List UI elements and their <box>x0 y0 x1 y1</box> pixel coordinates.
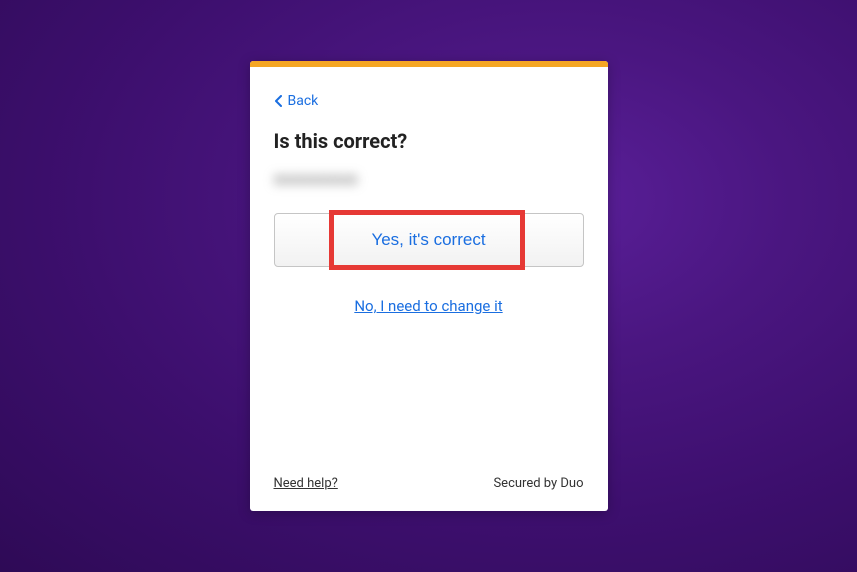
confirm-button-container: Yes, it's correct <box>274 213 584 267</box>
confirm-button-label: Yes, it's correct <box>371 230 485 249</box>
back-label: Back <box>288 93 319 109</box>
help-link[interactable]: Need help? <box>274 476 338 491</box>
change-link[interactable]: No, I need to change it <box>274 297 584 315</box>
card-footer: Need help? Secured by Duo <box>274 476 584 491</box>
obscured-value: 0000000000 <box>274 171 584 189</box>
confirm-button[interactable]: Yes, it's correct <box>274 213 584 267</box>
secured-by-label: Secured by Duo <box>493 476 583 491</box>
auth-card: Back Is this correct? 0000000000 Yes, it… <box>250 61 608 511</box>
card-body: Back Is this correct? 0000000000 Yes, it… <box>250 67 608 511</box>
chevron-left-icon <box>274 95 282 107</box>
page-title: Is this correct? <box>274 129 584 153</box>
spacer <box>274 315 584 476</box>
back-link[interactable]: Back <box>274 93 319 109</box>
